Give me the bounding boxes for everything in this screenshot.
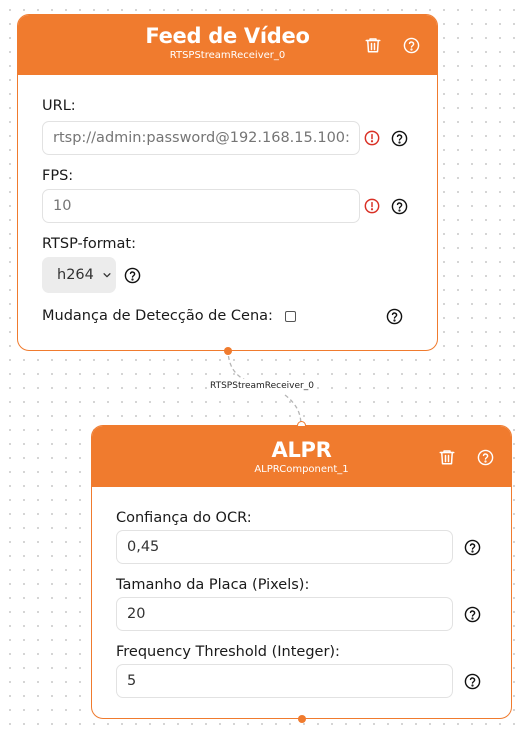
rtsp-format-label: RTSP-format: (42, 236, 137, 252)
alpr-node-header[interactable]: ALPR ALPRComponent_1 (92, 426, 511, 487)
url-input[interactable] (42, 121, 360, 155)
help-circle-icon[interactable] (123, 266, 141, 284)
ocr-confidence-label: Confiança do OCR: (116, 510, 252, 526)
help-circle-icon[interactable] (463, 672, 481, 690)
help-circle-icon[interactable] (463, 538, 481, 556)
help-circle-icon[interactable] (390, 129, 408, 147)
help-circle-icon[interactable] (401, 35, 421, 55)
source-handle[interactable] (298, 715, 306, 723)
feed-node[interactable]: Feed de Vídeo RTSPStreamReceiver_0 URL: (17, 14, 438, 355)
plate-size-input[interactable] (116, 597, 453, 631)
frequency-threshold-input[interactable] (116, 664, 453, 698)
trash-icon[interactable] (437, 447, 457, 467)
edge-label: RTSPStreamReceiver_0 (208, 379, 316, 393)
help-circle-icon[interactable] (475, 447, 495, 467)
help-circle-icon[interactable] (385, 307, 403, 325)
error-circle-icon (363, 197, 381, 215)
alpr-node[interactable]: ALPR ALPRComponent_1 Confiança do OCR: 0… (91, 421, 512, 723)
source-handle[interactable] (224, 347, 232, 355)
scene-change-checkbox[interactable] (284, 310, 296, 322)
feed-node-header[interactable]: Feed de Vídeo RTSPStreamReceiver_0 (18, 15, 437, 75)
help-circle-icon[interactable] (463, 605, 481, 623)
ocr-confidence-input[interactable] (116, 530, 453, 564)
url-label: URL: (42, 98, 76, 114)
frequency-threshold-label: Frequency Threshold (Integer): (116, 644, 340, 660)
plate-size-label: Tamanho da Placa (Pixels): (116, 577, 310, 593)
fps-input[interactable] (42, 189, 360, 223)
chevron-down-icon (102, 270, 112, 280)
rtsp-format-select[interactable]: h264 (42, 257, 116, 293)
scene-change-label: Mudança de Detecção de Cena: (42, 308, 273, 324)
error-circle-icon (363, 129, 381, 147)
trash-icon[interactable] (363, 35, 383, 55)
fps-label: FPS: (42, 168, 74, 184)
rtsp-format-value: h264 (57, 267, 94, 283)
help-circle-icon[interactable] (390, 197, 408, 215)
